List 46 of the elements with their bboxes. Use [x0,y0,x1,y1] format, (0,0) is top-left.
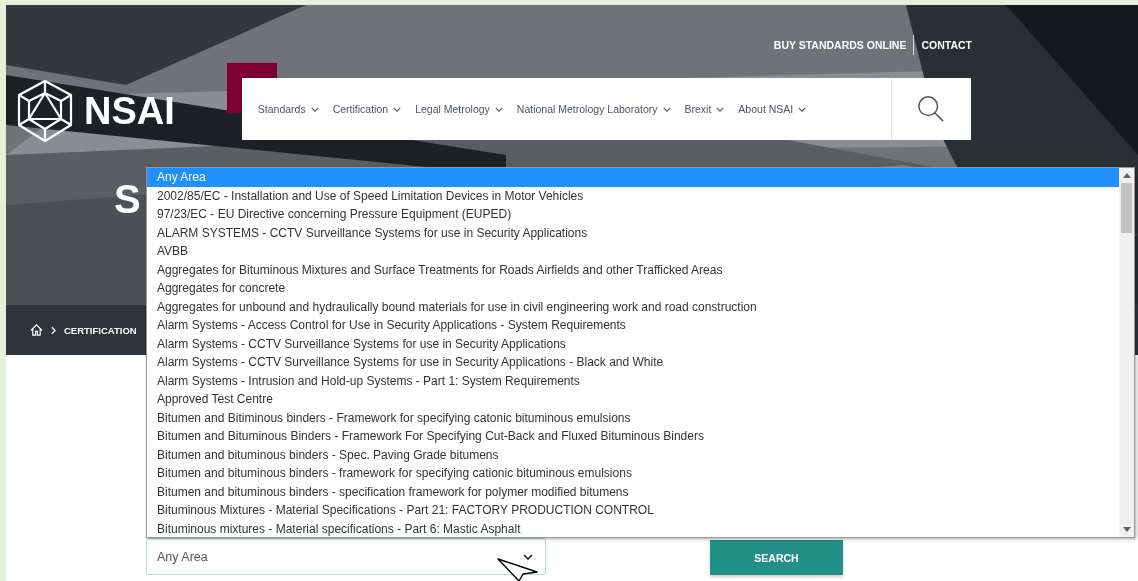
logo-text: NSAI [84,89,175,133]
search-submit-button[interactable]: SEARCH [710,540,843,575]
dropdown-option[interactable]: Bitumen and Bitiminous binders - Framework for specifying catonic bituminous emulsions [147,408,1119,427]
dropdown-option[interactable]: Bituminous mixtures - Material specifications - Part 6: Mastic Asphalt [147,519,1119,538]
dropdown-option[interactable]: Aggregates for unbound and hydraulically bound materials for use in civil engineering work and road construction [147,297,1119,316]
chevron-down-icon [662,106,671,112]
contact-link[interactable]: CONTACT [921,39,972,51]
dropdown-option[interactable]: Bituminous Mixtures - Material Specifications - Part 21: FACTORY PRODUCTION CONTROL [147,501,1119,520]
dropdown-option[interactable]: Bitumen and Bituminous Binders - Framework For Specifying Cut-Back and Fluxed Bituminous Binders [147,427,1119,446]
search-icon [917,95,946,123]
dropdown-option[interactable]: AVBB [147,242,1119,261]
dropdown-option[interactable]: Alarm Systems - CCTV Surveillance Systems for use in Security Applications [147,334,1119,353]
chevron-down-icon [716,106,725,112]
nav-item[interactable]: Brexit [684,103,725,115]
chevron-down-icon [523,553,533,560]
nav-item[interactable]: Standards [257,103,319,115]
nav-item[interactable]: National Metrology Laboratory [516,103,671,115]
area-select[interactable]: Any Area [146,538,546,575]
nav-item[interactable]: Legal Metrology [415,103,503,115]
dropdown-option[interactable]: Approved Test Centre [147,390,1119,409]
chevron-down-icon [310,106,319,112]
dropdown-option[interactable]: Bitumen and bituminous binders - framework for specifying cationic bituminous emulsions [147,464,1119,483]
home-icon[interactable] [30,324,43,336]
chevron-icon [51,325,56,335]
scroll-down-icon[interactable] [1122,527,1131,532]
page-heading: S [114,177,142,221]
dropdown-option[interactable]: Bitumen and bituminous binders - Spec. Paving Grade bitumens [147,445,1119,464]
dropdown-option[interactable]: Alarm Systems - Intrusion and Hold-up Systems - Part 1: System Requirements [147,371,1119,390]
dropdown-option[interactable]: 2002/85/EC - Installation and Use of Speed Limitation Devices in Motor Vehicles [147,186,1119,205]
scroll-up-icon[interactable] [1122,173,1131,178]
scrollbar[interactable] [1119,168,1134,537]
nav-item[interactable]: About NSAI [738,103,807,115]
buy-standards-link[interactable]: BUY STANDARDS ONLINE [773,39,907,51]
dropdown-option[interactable]: Aggregates for Bituminous Mixtures and Surface Treatments for Roads Airfields and other Trafficked Areas [147,260,1119,279]
dropdown-option[interactable]: Alarm Systems - Access Control for Use in Security Applications - System Requirements [147,316,1119,335]
chevron-down-icon [798,106,807,112]
breadcrumb-link[interactable]: CERTIFICATION [64,324,137,336]
scrollbar-thumb[interactable] [1121,183,1132,233]
nav-item[interactable]: Certification [332,103,402,115]
chevron-down-icon [393,106,402,112]
dropdown-option[interactable]: Aggregates for concrete [147,279,1119,298]
dropdown-option[interactable]: Alarm Systems - CCTV Surveillance Systems for use in Security Applications - Black and White [147,353,1119,372]
dropdown-option[interactable]: ALARM SYSTEMS - CCTV Surveillance Systems for use in Security Applications [147,223,1119,242]
dropdown-option[interactable]: Bitumen and bituminous binders - specification framework for polymer modified bitumens [147,482,1119,501]
dropdown-option[interactable]: 97/23/EC - EU Directive concerning Pressure Equipment (EUPED) [147,205,1119,224]
chevron-down-icon [494,106,503,112]
